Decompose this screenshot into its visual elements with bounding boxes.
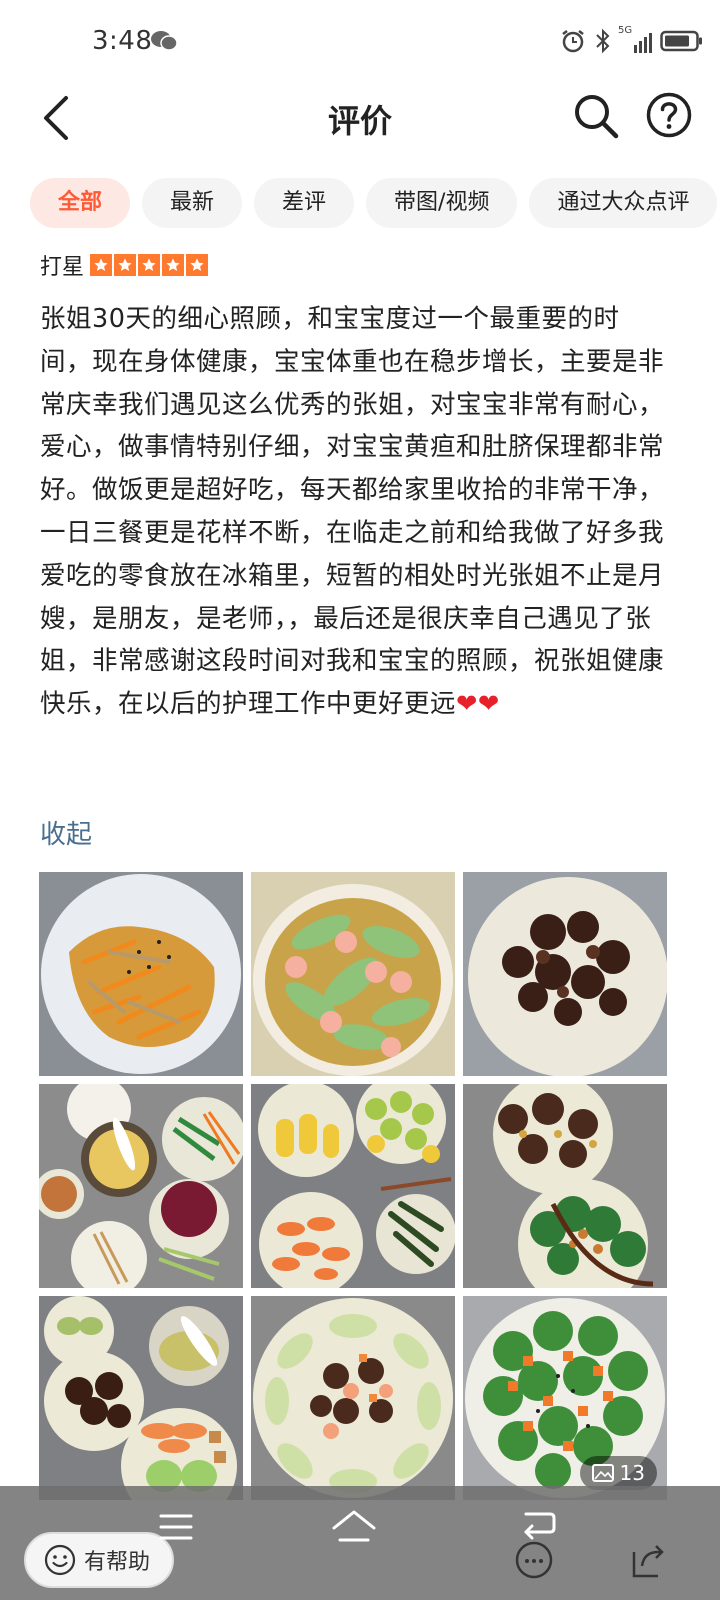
- star-icon: [162, 254, 185, 276]
- food-photo[interactable]: [463, 872, 667, 1076]
- menu-icon[interactable]: [158, 1510, 194, 1544]
- bluetooth-icon: [596, 28, 610, 54]
- wechat-icon: [151, 31, 178, 51]
- heart-emoji: ❤❤: [456, 689, 500, 720]
- signal-icon: 5G: [618, 25, 652, 53]
- star-icon: [114, 254, 137, 276]
- tab-via-dianping[interactable]: 通过大众点评: [529, 178, 718, 228]
- tab-negative[interactable]: 差评: [254, 178, 355, 228]
- review-body: 张姐30天的细心照顾，和宝宝度过一个最重要的时间，现在身体健康，宝宝体重也在稳步…: [40, 304, 665, 720]
- helpful-button[interactable]: 有帮助: [24, 1532, 174, 1588]
- tab-with-media[interactable]: 带图/视频: [366, 178, 518, 228]
- food-photo[interactable]: [39, 1084, 243, 1288]
- network-type-label: 5G: [618, 25, 633, 36]
- photo-grid: 13: [39, 872, 667, 1500]
- share-icon[interactable]: [628, 1540, 668, 1580]
- photo-count-badge[interactable]: 13: [579, 1456, 657, 1490]
- food-photo[interactable]: [39, 1296, 243, 1500]
- comment-icon[interactable]: [514, 1540, 554, 1580]
- star-icon: [186, 254, 209, 276]
- filter-tabs: 全部 最新 差评 带图/视频 通过大众点评: [30, 178, 720, 228]
- alarm-icon: [562, 30, 584, 53]
- food-photo[interactable]: [39, 872, 243, 1076]
- collapse-link[interactable]: 收起: [40, 814, 92, 851]
- helpful-label: 有帮助: [84, 1550, 151, 1575]
- status-bar: 3:48 5G: [0, 0, 720, 88]
- star-rating: [90, 254, 209, 276]
- smile-icon: [44, 1544, 76, 1576]
- rating-label: 打星: [40, 255, 85, 280]
- battery-icon: [660, 30, 702, 52]
- food-photo[interactable]: [463, 1084, 667, 1288]
- photo-count: 13: [619, 1461, 645, 1485]
- home-icon[interactable]: [330, 1506, 378, 1546]
- tab-latest[interactable]: 最新: [142, 178, 243, 228]
- search-icon[interactable]: [572, 92, 620, 140]
- star-icon: [90, 254, 113, 276]
- review-text: 张姐30天的细心照顾，和宝宝度过一个最重要的时间，现在身体健康，宝宝体重也在稳步…: [40, 298, 670, 726]
- rating-row: 打星: [40, 250, 209, 280]
- food-photo[interactable]: [251, 872, 455, 1076]
- food-photo[interactable]: [251, 1084, 455, 1288]
- star-icon: [138, 254, 161, 276]
- food-photo[interactable]: [251, 1296, 455, 1500]
- tab-all[interactable]: 全部: [30, 178, 131, 228]
- help-icon[interactable]: [646, 92, 692, 138]
- gallery-icon: [591, 1464, 614, 1482]
- clock-time: 3:48: [92, 26, 153, 56]
- food-photo[interactable]: 13: [463, 1296, 667, 1500]
